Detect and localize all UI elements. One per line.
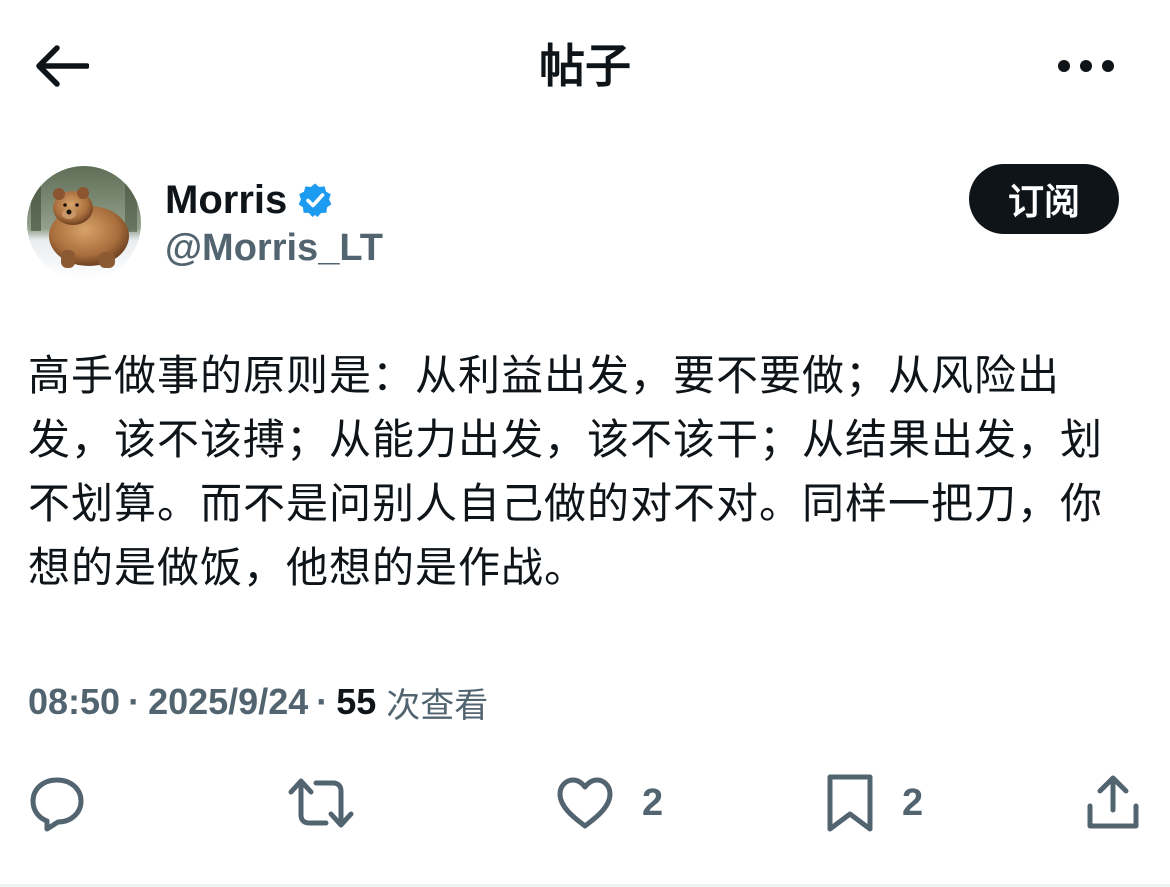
page-title: 帖子 bbox=[539, 39, 631, 93]
verified-badge-icon[interactable] bbox=[297, 182, 333, 218]
post-meta: 08:50 · 2025/9/24 · 55 次查看 bbox=[28, 674, 488, 730]
bear-avatar-image bbox=[27, 166, 141, 280]
bookmark-count: 2 bbox=[902, 781, 924, 824]
share-button[interactable] bbox=[1086, 768, 1140, 838]
bookmark-button[interactable]: 2 bbox=[826, 768, 923, 838]
bookmark-icon bbox=[827, 774, 873, 832]
top-bar: 帖子 bbox=[0, 0, 1170, 130]
meta-separator: · bbox=[128, 681, 141, 722]
like-count: 2 bbox=[642, 781, 664, 824]
post-time[interactable]: 08:50 bbox=[28, 681, 120, 723]
repost-button[interactable] bbox=[288, 768, 354, 838]
reply-icon bbox=[30, 777, 84, 832]
more-horizontal-icon bbox=[1058, 60, 1114, 72]
reply-button[interactable] bbox=[28, 768, 86, 838]
subscribe-button[interactable]: 订阅 bbox=[969, 164, 1119, 234]
views-count: 55 bbox=[336, 681, 377, 722]
user-handle[interactable]: @Morris_LT bbox=[165, 224, 383, 272]
like-button[interactable]: 2 bbox=[556, 768, 663, 838]
display-name-row: Morris bbox=[165, 176, 333, 224]
post-text: 高手做事的原则是：从利益出发，要不要做；从风险出发，该不该搏；从能力出发，该不该… bbox=[28, 351, 1104, 592]
post-date[interactable]: 2025/9/24 bbox=[148, 681, 308, 723]
views-label: 次查看 bbox=[386, 685, 489, 726]
avatar[interactable] bbox=[27, 166, 141, 280]
share-icon bbox=[1087, 775, 1139, 829]
repost-icon bbox=[288, 778, 354, 828]
heart-icon bbox=[557, 777, 613, 829]
meta-separator: · bbox=[316, 681, 329, 722]
more-options-button[interactable] bbox=[1050, 40, 1122, 92]
action-bar: 2 2 bbox=[0, 768, 1170, 838]
display-name[interactable]: Morris bbox=[165, 176, 287, 224]
